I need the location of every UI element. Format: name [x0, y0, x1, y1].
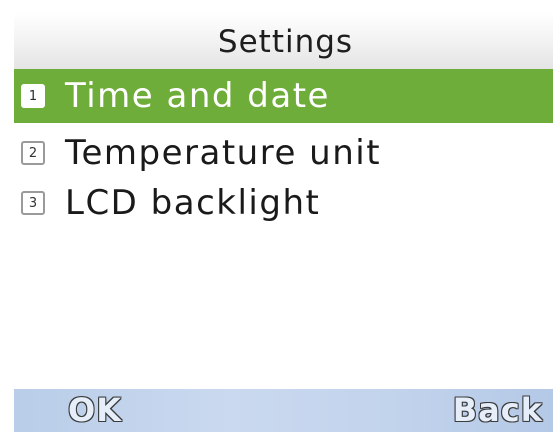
menu-item-time-and-date[interactable]: 1 Time and date [14, 69, 553, 123]
title-bar: Settings [14, 13, 553, 69]
back-softkey[interactable]: Back [453, 391, 543, 429]
item-number-badge: 1 [21, 84, 45, 108]
softkey-bar: OK Back [14, 389, 553, 432]
device-screen: Settings 1 Time and date 2 Temperature u… [0, 0, 553, 432]
ok-softkey[interactable]: OK [68, 391, 122, 429]
page-title: Settings [217, 24, 354, 60]
menu-item-label: LCD backlight [65, 183, 321, 223]
menu-item-lcd-backlight[interactable]: 3 LCD backlight [14, 176, 553, 230]
menu-item-label: Time and date [65, 76, 330, 116]
item-number-badge: 2 [21, 141, 45, 165]
menu-item-label: Temperature unit [65, 133, 382, 173]
item-number-badge: 3 [21, 191, 45, 215]
menu-item-temperature-unit[interactable]: 2 Temperature unit [14, 126, 553, 180]
